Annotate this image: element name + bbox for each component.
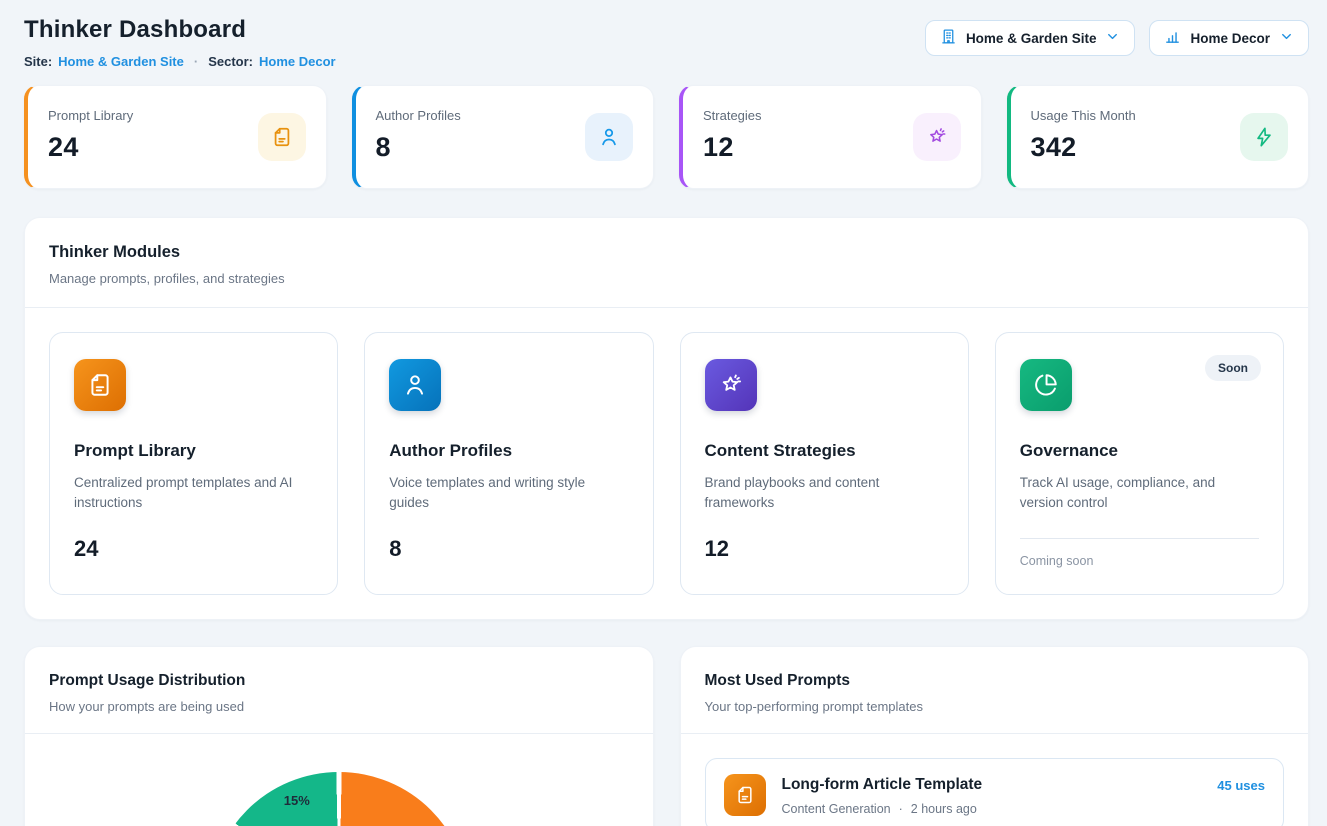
prompt-title: Long-form Article Template	[782, 776, 1202, 794]
module-count: 24	[74, 536, 313, 562]
pie-chart-icon	[1020, 359, 1072, 411]
sector-dropdown-label: Home Decor	[1190, 31, 1270, 46]
module-title: Prompt Library	[74, 441, 313, 461]
sector-link[interactable]: Home Decor	[259, 54, 336, 69]
chevron-down-icon	[1105, 29, 1120, 47]
stat-value: 12	[703, 132, 762, 163]
file-icon	[74, 359, 126, 411]
module-title: Governance	[1020, 441, 1259, 461]
prompt-category: Content Generation	[782, 802, 891, 816]
meta-separator: ·	[899, 802, 903, 816]
stats-row: Prompt Library 24 Author Profiles 8 Stra…	[24, 85, 1309, 189]
stat-value: 24	[48, 132, 133, 163]
stat-card-usage[interactable]: Usage This Month 342	[1007, 85, 1310, 189]
chart-card-subtitle: How your prompts are being used	[49, 699, 629, 714]
modules-grid: Prompt Library Centralized prompt templa…	[49, 332, 1284, 595]
modules-panel-subtitle: Manage prompts, profiles, and strategies	[49, 271, 1284, 286]
breadcrumb-separator: ·	[194, 54, 198, 69]
module-description: Track AI usage, compliance, and version …	[1020, 473, 1259, 514]
building-icon	[940, 28, 957, 48]
stat-label: Prompt Library	[48, 108, 133, 123]
stat-label: Author Profiles	[376, 108, 461, 123]
zap-icon	[1240, 113, 1288, 161]
chart-card-title: Prompt Usage Distribution	[49, 672, 629, 690]
stat-value: 342	[1031, 132, 1136, 163]
bar-chart-icon	[1164, 28, 1181, 48]
module-card-prompt-library[interactable]: Prompt Library Centralized prompt templa…	[49, 332, 338, 595]
module-card-content-strategies[interactable]: Content Strategies Brand playbooks and c…	[680, 332, 969, 595]
donut-segment-label: 15%	[273, 793, 321, 808]
prompt-meta: Content Generation · 2 hours ago	[782, 802, 1202, 816]
site-link[interactable]: Home & Garden Site	[58, 54, 184, 69]
stat-card-strategies[interactable]: Strategies 12	[679, 85, 982, 189]
module-description: Brand playbooks and content frameworks	[705, 473, 944, 514]
stat-value: 8	[376, 132, 461, 163]
bottom-row: Prompt Usage Distribution How your promp…	[24, 646, 1309, 826]
usage-distribution-card: Prompt Usage Distribution How your promp…	[24, 646, 654, 826]
uses-badge: 45 uses	[1217, 778, 1265, 793]
file-icon	[258, 113, 306, 161]
dashboard-page: Thinker Dashboard Site: Home & Garden Si…	[0, 0, 1327, 826]
soon-badge: Soon	[1205, 355, 1261, 381]
most-used-prompts-card: Most Used Prompts Your top-performing pr…	[680, 646, 1310, 826]
stat-card-prompt-library[interactable]: Prompt Library 24	[24, 85, 327, 189]
prompt-time: 2 hours ago	[911, 802, 977, 816]
site-dropdown[interactable]: Home & Garden Site	[925, 20, 1136, 56]
module-title: Content Strategies	[705, 441, 944, 461]
sector-dropdown[interactable]: Home Decor	[1149, 20, 1309, 56]
donut-chart: 15%	[25, 733, 653, 826]
stat-label: Usage This Month	[1031, 108, 1136, 123]
modules-panel-title: Thinker Modules	[49, 243, 1284, 262]
sparkle-star-icon	[913, 113, 961, 161]
list-item[interactable]: Long-form Article Template Content Gener…	[705, 758, 1285, 826]
sparkle-star-icon	[705, 359, 757, 411]
page-title: Thinker Dashboard	[24, 16, 336, 44]
file-icon	[724, 774, 766, 816]
site-dropdown-label: Home & Garden Site	[966, 31, 1097, 46]
sector-label: Sector:	[208, 54, 253, 69]
header-titles: Thinker Dashboard Site: Home & Garden Si…	[24, 16, 336, 69]
donut-chart-ring[interactable]: 15%	[209, 772, 469, 826]
divider	[1020, 538, 1259, 539]
module-title: Author Profiles	[389, 441, 628, 461]
stat-label: Strategies	[703, 108, 762, 123]
module-description: Voice templates and writing style guides	[389, 473, 628, 514]
chevron-down-icon	[1279, 29, 1294, 47]
page-header: Thinker Dashboard Site: Home & Garden Si…	[24, 16, 1309, 69]
module-card-governance[interactable]: Soon Governance Track AI usage, complian…	[995, 332, 1284, 595]
user-icon	[389, 359, 441, 411]
prompts-card-subtitle: Your top-performing prompt templates	[705, 699, 1285, 714]
user-icon	[585, 113, 633, 161]
thinker-modules-panel: Thinker Modules Manage prompts, profiles…	[24, 217, 1309, 620]
site-label: Site:	[24, 54, 52, 69]
breadcrumb: Site: Home & Garden Site · Sector: Home …	[24, 54, 336, 69]
module-count: 8	[389, 536, 628, 562]
stat-card-author-profiles[interactable]: Author Profiles 8	[352, 85, 655, 189]
prompts-card-title: Most Used Prompts	[705, 672, 1285, 690]
module-description: Centralized prompt templates and AI inst…	[74, 473, 313, 514]
module-count: 12	[705, 536, 944, 562]
header-actions: Home & Garden Site Home Decor	[925, 20, 1309, 56]
module-card-author-profiles[interactable]: Author Profiles Voice templates and writ…	[364, 332, 653, 595]
coming-soon-text: Coming soon	[1020, 554, 1259, 568]
